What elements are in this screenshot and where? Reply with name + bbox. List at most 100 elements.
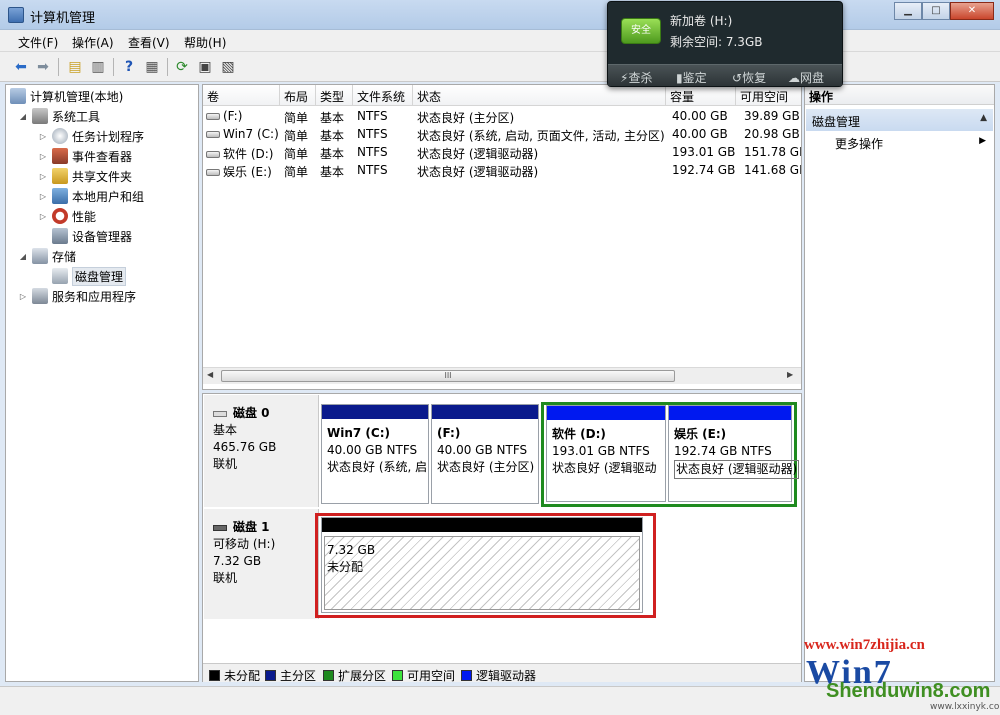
volume-free-space: 20.98 GB bbox=[744, 127, 800, 141]
partition-name: 软件 (D:) bbox=[552, 427, 606, 441]
tree-item-computer-management[interactable]: 计算机管理(本地) bbox=[10, 87, 123, 105]
export-icon[interactable]: ▧ bbox=[218, 57, 238, 77]
volume-layout: 简单 bbox=[284, 111, 309, 125]
partition-name: (F:) bbox=[437, 426, 461, 440]
volume-status: 状态良好 (主分区) bbox=[417, 111, 515, 125]
menu-action[interactable]: 操作(A) bbox=[72, 34, 114, 51]
disk-management-icon bbox=[52, 268, 68, 284]
actions-pane: 操作 磁盘管理 ▲ 更多操作 ▶ bbox=[804, 84, 995, 682]
volume-name: (F:) bbox=[223, 109, 243, 123]
cloud-icon: ☁ bbox=[788, 71, 800, 85]
tree-item-services-apps[interactable]: ▷ 服务和应用程序 bbox=[18, 287, 136, 305]
column-header-status[interactable]: 状态 bbox=[413, 85, 666, 106]
volume-name: 娱乐 (E:) bbox=[223, 165, 272, 179]
title-bar: 计算机管理 ▁ □ ✕ bbox=[0, 0, 1000, 30]
expand-arrow-icon[interactable]: ▷ bbox=[38, 132, 48, 141]
horizontal-scrollbar[interactable]: ◀ III ▶ bbox=[203, 367, 801, 384]
back-icon[interactable]: ⬅ bbox=[11, 57, 31, 77]
partition-e[interactable]: 娱乐 (E:) 192.74 GB NTFS 状态良好 (逻辑驱动器) bbox=[668, 405, 800, 502]
window-controls: ▁ □ ✕ bbox=[894, 2, 994, 20]
popup-restore-button[interactable]: ↺恢复 bbox=[732, 69, 766, 86]
partition-f[interactable]: (F:) 40.00 GB NTFS 状态良好 (主分区) bbox=[431, 404, 539, 504]
disk-1-info[interactable]: 磁盘 1 可移动 (H:) 7.32 GB 联机 bbox=[204, 509, 319, 619]
partition-bar bbox=[322, 405, 428, 419]
menu-view[interactable]: 查看(V) bbox=[128, 34, 170, 51]
properties-icon[interactable]: ▣ bbox=[195, 57, 215, 77]
more-actions-label: 更多操作 bbox=[835, 137, 884, 151]
tools-icon bbox=[32, 108, 48, 124]
menu-help[interactable]: 帮助(H) bbox=[184, 34, 226, 51]
tree-item-performance[interactable]: ▷ 性能 bbox=[38, 207, 96, 225]
expand-arrow-icon[interactable]: ▷ bbox=[18, 292, 28, 301]
show-hide-tree-icon[interactable]: ▥ bbox=[88, 57, 108, 77]
volume-type: 基本 bbox=[320, 129, 345, 143]
expand-arrow-icon[interactable]: ▷ bbox=[38, 192, 48, 201]
popup-volume-name: 新加卷 (H:) bbox=[670, 14, 733, 28]
column-header-layout[interactable]: 布局 bbox=[280, 85, 316, 106]
column-header-filesystem[interactable]: 文件系统 bbox=[353, 85, 413, 106]
performance-icon bbox=[52, 208, 68, 224]
legend-primary: 主分区 bbox=[265, 667, 316, 684]
minimize-button[interactable]: ▁ bbox=[894, 2, 922, 20]
scroll-left-icon[interactable]: ◀ bbox=[207, 370, 213, 379]
popup-identify-button[interactable]: ▮鉴定 bbox=[676, 69, 707, 86]
show-hide-action-icon[interactable]: ▦ bbox=[142, 57, 162, 77]
partition-unallocated[interactable]: 7.32 GB 未分配 bbox=[321, 517, 643, 613]
table-row[interactable]: 软件 (D:) 简单 基本 NTFS 状态良好 (逻辑驱动器) 193.01 G… bbox=[203, 143, 801, 161]
tree-item-disk-management[interactable]: 磁盘管理 bbox=[52, 266, 127, 286]
table-row[interactable]: (F:) 简单 基本 NTFS 状态良好 (主分区) 40.00 GB 39.8… bbox=[203, 107, 801, 125]
drive-icon bbox=[206, 151, 220, 158]
watermark-url: www.win7zhijia.cn bbox=[804, 637, 925, 653]
collapse-up-icon[interactable]: ▲ bbox=[980, 113, 987, 123]
actions-section-label: 磁盘管理 bbox=[812, 115, 861, 129]
scroll-right-icon[interactable]: ▶ bbox=[787, 370, 793, 379]
table-row[interactable]: 娱乐 (E:) 简单 基本 NTFS 状态良好 (逻辑驱动器) 192.74 G… bbox=[203, 161, 801, 179]
tree-item-system-tools[interactable]: ◢ 系统工具 bbox=[18, 107, 100, 125]
partition-d[interactable]: 软件 (D:) 193.01 GB NTFS 状态良好 (逻辑驱动 bbox=[546, 405, 666, 502]
tree-item-task-scheduler[interactable]: ▷ 任务计划程序 bbox=[38, 127, 144, 145]
event-viewer-icon bbox=[52, 148, 68, 164]
column-header-volume[interactable]: 卷 bbox=[203, 85, 280, 106]
expand-arrow-icon[interactable]: ▷ bbox=[38, 152, 48, 161]
more-actions-item[interactable]: 更多操作 bbox=[835, 135, 883, 152]
volume-type: 基本 bbox=[320, 147, 345, 161]
popup-scan-button[interactable]: ⚡查杀 bbox=[620, 69, 652, 86]
menu-file[interactable]: 文件(F) bbox=[18, 34, 58, 51]
tree-item-event-viewer[interactable]: ▷ 事件查看器 bbox=[38, 147, 132, 165]
column-header-capacity[interactable]: 容量 bbox=[666, 85, 736, 106]
safe-shield-icon: 安全 bbox=[621, 18, 661, 44]
popup-cloud-disk-button[interactable]: ☁网盘 bbox=[788, 69, 824, 86]
table-row[interactable]: Win7 (C:) 简单 基本 NTFS 状态良好 (系统, 启动, 页面文件,… bbox=[203, 125, 801, 143]
drive-icon bbox=[206, 113, 220, 120]
scrollbar-thumb[interactable]: III bbox=[221, 370, 675, 382]
partition-bar bbox=[322, 518, 642, 532]
column-header-free-space[interactable]: 可用空间 bbox=[736, 85, 801, 106]
expand-arrow-icon[interactable]: ▷ bbox=[38, 172, 48, 181]
close-button[interactable]: ✕ bbox=[950, 2, 994, 20]
volume-status: 状态良好 (逻辑驱动器) bbox=[417, 165, 539, 179]
partition-name: Win7 (C:) bbox=[327, 426, 390, 440]
legend-unallocated: 未分配 bbox=[209, 667, 260, 684]
partition-status: 状态良好 (逻辑驱动器) bbox=[674, 460, 800, 479]
refresh-icon[interactable]: ⟳ bbox=[172, 57, 192, 77]
collapse-arrow-icon[interactable]: ◢ bbox=[18, 252, 28, 261]
usb-notification-popup[interactable]: 安全 新加卷 (H:) 剩余空间: 7.3GB ⚡查杀 ▮鉴定 ↺恢复 ☁网盘 bbox=[607, 1, 843, 87]
expand-arrow-icon[interactable]: ▷ bbox=[38, 212, 48, 221]
tree-item-storage[interactable]: ◢ 存储 bbox=[18, 247, 76, 265]
partition-c[interactable]: Win7 (C:) 40.00 GB NTFS 状态良好 (系统, 启 bbox=[321, 404, 429, 504]
column-header-type[interactable]: 类型 bbox=[316, 85, 353, 106]
help-icon[interactable]: ? bbox=[119, 57, 139, 77]
tree-item-local-users-groups[interactable]: ▷ 本地用户和组 bbox=[38, 187, 144, 205]
up-folder-icon[interactable]: ▤ bbox=[65, 57, 85, 77]
actions-section-disk-management[interactable]: 磁盘管理 ▲ bbox=[806, 109, 993, 131]
partition-status: 状态良好 (系统, 启 bbox=[327, 460, 428, 474]
legend-extended: 扩展分区 bbox=[323, 667, 386, 684]
collapse-arrow-icon[interactable]: ◢ bbox=[18, 112, 28, 121]
disk-0-info[interactable]: 磁盘 0 基本 465.76 GB 联机 bbox=[204, 395, 319, 507]
menu-bar: 文件(F) 操作(A) 查看(V) 帮助(H) bbox=[0, 30, 1000, 52]
maximize-button[interactable]: □ bbox=[922, 2, 950, 20]
forward-icon[interactable]: ➡ bbox=[33, 57, 53, 77]
tree-item-device-manager[interactable]: 设备管理器 bbox=[52, 227, 132, 245]
tree-item-shared-folders[interactable]: ▷ 共享文件夹 bbox=[38, 167, 132, 185]
computer-icon bbox=[10, 88, 26, 104]
